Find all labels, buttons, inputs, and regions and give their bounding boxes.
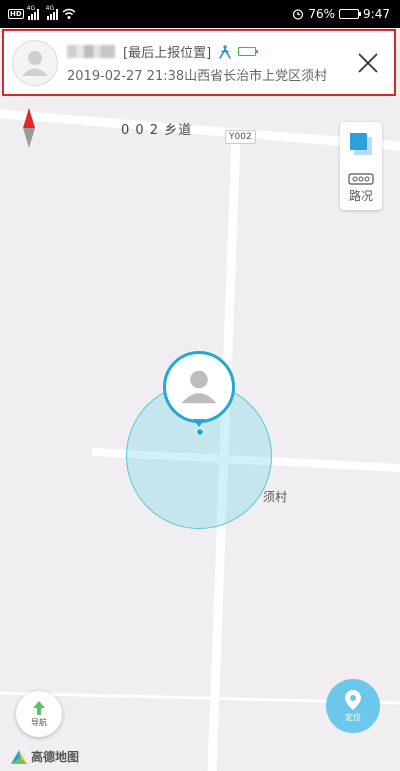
person-avatar-icon [181,370,217,404]
close-button[interactable] [350,45,386,81]
map-view[interactable]: 0 0 2 乡道 Y002 须村 路况 导航 定位 高德地图 [0,98,400,771]
road-number-badge: Y002 [225,130,256,144]
hd-badge: HD [8,9,24,19]
compass-icon[interactable] [19,108,39,148]
last-report-label: [最后上报位置] [123,46,212,61]
close-icon [358,52,378,73]
amap-logo-text: 高德地图 [31,750,80,764]
amap-logo: 高德地图 [10,748,79,765]
traffic-label: 路况 [348,188,373,203]
locate-button[interactable]: 定位 [326,679,380,733]
locate-label: 定位 [345,713,361,722]
wifi-icon [62,8,76,19]
navigation-label: 导航 [31,718,47,727]
device-battery-icon [238,47,259,56]
alarm-icon [293,9,304,20]
map-controls: 路况 [340,122,382,210]
traffic-light-icon [348,172,374,185]
amap-logo-icon [11,749,27,764]
avatar[interactable] [12,39,58,86]
timestamp-location: 2019-02-27 21:38山西省长治市上党区须村 [67,68,328,84]
village-label: 须村 [263,490,288,504]
network-type-1: 4G [26,5,36,12]
layer-button[interactable] [340,122,382,166]
battery-icon [339,9,362,19]
blurred-device-name [67,45,115,58]
location-marker[interactable] [163,351,235,423]
card-title-row: [最后上报位置] [67,42,350,62]
marker-pointer [193,419,205,427]
road-name-label: 0 0 2 乡道 [121,123,193,138]
location-pin-icon [345,690,361,710]
signal-icon-2: 4G [45,5,58,20]
card-text: [最后上报位置] 2019-02-27 21:38山西省长治市上党区须村 [67,42,350,84]
battery-percent: 76% [308,7,336,21]
status-left: HD 4G 4G [8,5,76,20]
layers-icon [350,133,372,155]
network-type-2: 4G [45,5,55,12]
person-placeholder-icon [22,50,48,76]
walking-person-icon [219,44,231,59]
clock-time: 9:47 [363,7,390,21]
navigation-button[interactable]: 导航 [16,691,62,737]
navigation-arrow-icon [33,701,45,715]
signal-icon: 4G [26,5,39,20]
traffic-button[interactable]: 路况 [340,166,382,210]
location-dot [196,428,204,436]
status-right: 76% 9:47 [292,7,390,21]
status-bar: HD 4G 4G 76% 9:47 [0,0,400,28]
last-location-card[interactable]: [最后上报位置] 2019-02-27 21:38山西省长治市上党区须村 [2,29,396,96]
